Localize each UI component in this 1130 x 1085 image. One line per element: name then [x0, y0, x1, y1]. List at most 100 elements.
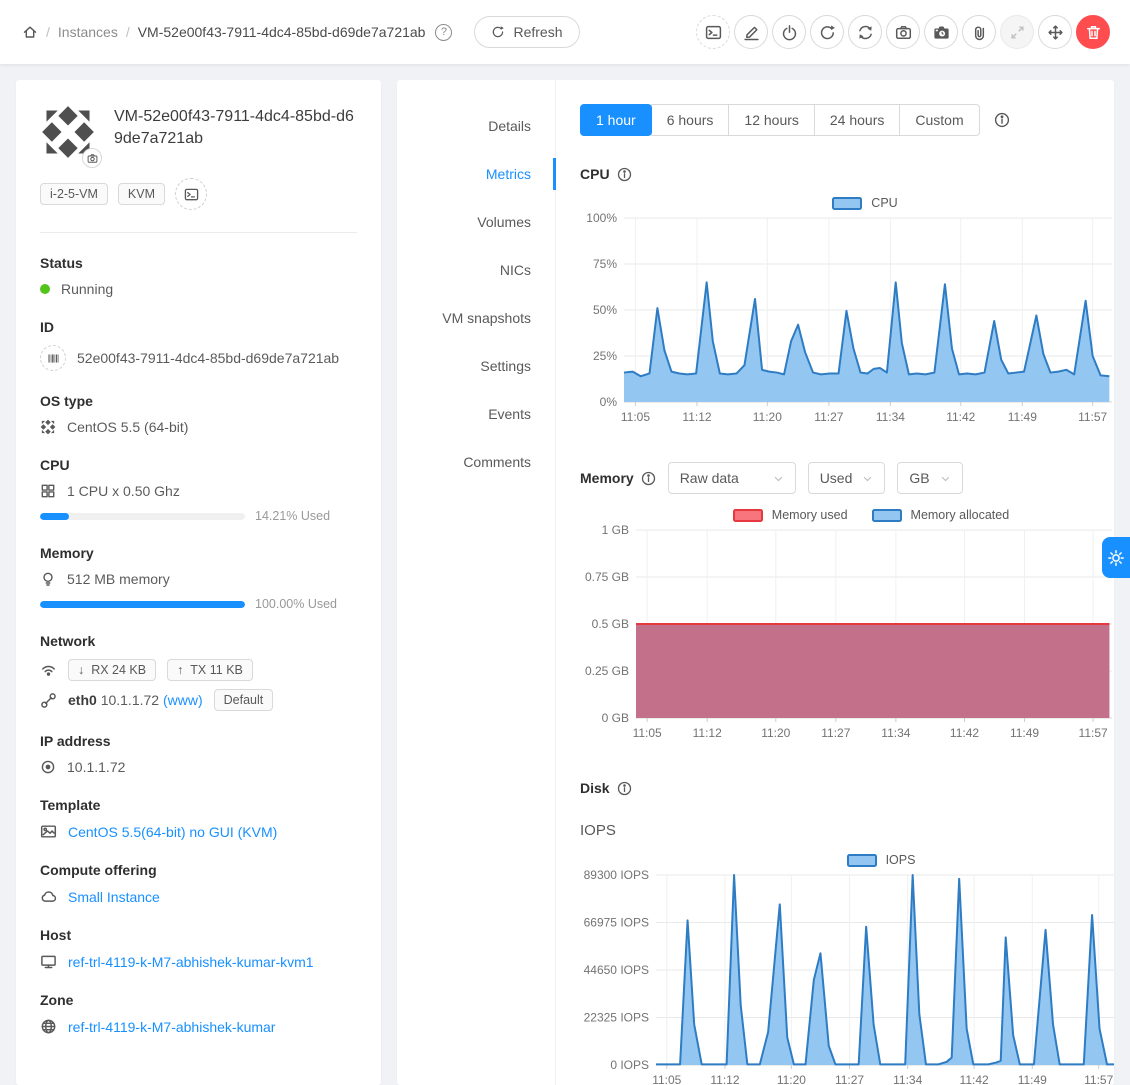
time-range-group: 1 hour 6 hours 12 hours 24 hours Custom — [580, 104, 980, 136]
svg-text:11:57: 11:57 — [1079, 726, 1108, 740]
arrow-up-icon: ↑ — [177, 663, 183, 677]
cpu-legend[interactable]: CPU — [580, 196, 1106, 210]
svg-text:11:20: 11:20 — [753, 410, 782, 424]
host-section: Host ref-trl-4119-k-M7-abhishek-kumar-kv… — [40, 927, 357, 970]
breadcrumb-separator: / — [126, 24, 130, 40]
home-icon[interactable] — [22, 24, 38, 40]
svg-text:11:27: 11:27 — [821, 726, 850, 740]
breadcrumb-instances[interactable]: Instances — [58, 24, 118, 40]
edit-button[interactable] — [734, 15, 768, 49]
range-24-hours[interactable]: 24 hours — [814, 104, 900, 136]
svg-text:0%: 0% — [600, 395, 618, 409]
info-icon — [617, 167, 632, 182]
instance-internal-name-tag[interactable]: i-2-5-VM — [40, 183, 108, 205]
nic-name: eth0 — [68, 692, 97, 708]
offering-link[interactable]: Small Instance — [68, 889, 160, 905]
svg-text:0 IOPS: 0 IOPS — [610, 1058, 649, 1072]
breadcrumb-current: VM-52e00f43-7911-4dc4-85bd-d69de7a721ab — [138, 24, 426, 40]
info-icon — [617, 781, 632, 796]
svg-text:11:27: 11:27 — [814, 410, 843, 424]
cpu-usage-fill — [40, 513, 69, 520]
range-1-hour[interactable]: 1 hour — [580, 104, 652, 136]
svg-text:11:34: 11:34 — [893, 1073, 922, 1085]
info-icon — [641, 471, 656, 486]
ip-value: 10.1.1.72 — [67, 759, 125, 775]
arrow-down-icon: ↓ — [78, 663, 84, 677]
reinstall-instance-button[interactable] — [848, 15, 882, 49]
cpu-section: CPU 1 CPU x 0.50 Ghz 14.21% Used — [40, 457, 357, 523]
reboot-instance-button[interactable] — [810, 15, 844, 49]
svg-text:11:05: 11:05 — [633, 726, 662, 740]
iops-chart[interactable]: 89300 IOPS66975 IOPS44650 IOPS22325 IOPS… — [580, 869, 1106, 1085]
centos-icon — [40, 419, 56, 435]
svg-text:11:05: 11:05 — [621, 410, 650, 424]
svg-text:11:12: 11:12 — [710, 1073, 739, 1085]
destroy-instance-button[interactable] — [1076, 15, 1110, 49]
memory-usage-bar — [40, 601, 245, 608]
range-custom[interactable]: Custom — [899, 104, 979, 136]
cpu-icon — [40, 483, 56, 499]
tab-nics[interactable]: NICs — [397, 246, 555, 294]
tab-details[interactable]: Details — [397, 102, 555, 150]
tab-volumes[interactable]: Volumes — [397, 198, 555, 246]
breadcrumb-separator: / — [46, 24, 50, 40]
svg-text:22325 IOPS: 22325 IOPS — [584, 1011, 649, 1025]
cpu-value: 1 CPU x 0.50 Ghz — [67, 483, 180, 499]
memory-unit-select[interactable]: GB — [897, 462, 962, 494]
id-label: ID — [40, 319, 357, 335]
divider — [40, 232, 357, 233]
memory-value: 512 MB memory — [67, 571, 170, 587]
status-label: Status — [40, 255, 357, 271]
iops-legend-label: IOPS — [886, 853, 916, 867]
memory-legend[interactable]: Memory used Memory allocated — [580, 508, 1106, 522]
camera-badge-icon[interactable] — [82, 148, 102, 168]
svg-text:11:20: 11:20 — [761, 726, 790, 740]
range-6-hours[interactable]: 6 hours — [651, 104, 730, 136]
info-icon — [994, 112, 1010, 128]
tab-settings[interactable]: Settings — [397, 342, 555, 390]
template-link[interactable]: CentOS 5.5(64-bit) no GUI (KVM) — [68, 824, 277, 840]
svg-text:11:42: 11:42 — [946, 410, 975, 424]
zone-link[interactable]: ref-trl-4119-k-M7-abhishek-kumar — [68, 1019, 275, 1035]
svg-text:11:49: 11:49 — [1018, 1073, 1047, 1085]
range-12-hours[interactable]: 12 hours — [728, 104, 814, 136]
hypervisor-tag[interactable]: KVM — [118, 183, 165, 205]
memory-metric-select[interactable]: Used — [808, 462, 886, 494]
attach-iso-button[interactable] — [962, 15, 996, 49]
tab-comments[interactable]: Comments — [397, 438, 555, 486]
tab-vm-snapshots[interactable]: VM snapshots — [397, 294, 555, 342]
tab-events[interactable]: Events — [397, 390, 555, 438]
view-console-button[interactable] — [696, 15, 730, 49]
take-snapshot-button[interactable] — [886, 15, 920, 49]
host-label: Host — [40, 927, 357, 943]
reload-icon — [491, 25, 505, 39]
host-link[interactable]: ref-trl-4119-k-M7-abhishek-kumar-kvm1 — [68, 954, 314, 970]
migrate-instance-button[interactable] — [1038, 15, 1072, 49]
memory-chart[interactable]: 1 GB0.75 GB0.5 GB0.25 GB0 GB11:0511:1211… — [580, 524, 1106, 746]
iops-legend[interactable]: IOPS — [580, 853, 1106, 867]
bulb-icon — [40, 571, 56, 587]
svg-text:25%: 25% — [593, 349, 617, 363]
cpu-usage-text: 14.21% Used — [255, 509, 330, 523]
tab-metrics[interactable]: Metrics — [397, 150, 555, 198]
memory-mode-select[interactable]: Raw data — [668, 462, 796, 494]
refresh-button[interactable]: Refresh — [474, 16, 579, 48]
svg-text:11:12: 11:12 — [693, 726, 722, 740]
svg-text:11:05: 11:05 — [652, 1073, 681, 1085]
metrics-panel: 1 hour 6 hours 12 hours 24 hours Custom … — [556, 80, 1114, 1085]
stop-instance-button[interactable] — [772, 15, 806, 49]
zone-label: Zone — [40, 992, 357, 1008]
svg-text:75%: 75% — [593, 257, 617, 271]
help-icon[interactable]: ? — [435, 24, 452, 41]
nic-network-link[interactable]: (www) — [163, 692, 203, 708]
template-section: Template CentOS 5.5(64-bit) no GUI (KVM) — [40, 797, 357, 840]
chevron-down-icon — [940, 473, 951, 484]
console-icon[interactable] — [175, 178, 207, 210]
take-vm-snapshot-button[interactable] — [924, 15, 958, 49]
iops-subtitle: IOPS — [580, 822, 1106, 839]
cpu-chart[interactable]: 100%75%50%25%0%11:0511:1211:2011:2711:34… — [580, 212, 1106, 430]
cpu-chart-title: CPU — [580, 166, 1106, 182]
svg-text:11:34: 11:34 — [881, 726, 910, 740]
settings-drawer-button[interactable] — [1102, 537, 1130, 578]
barcode-icon — [40, 345, 66, 371]
